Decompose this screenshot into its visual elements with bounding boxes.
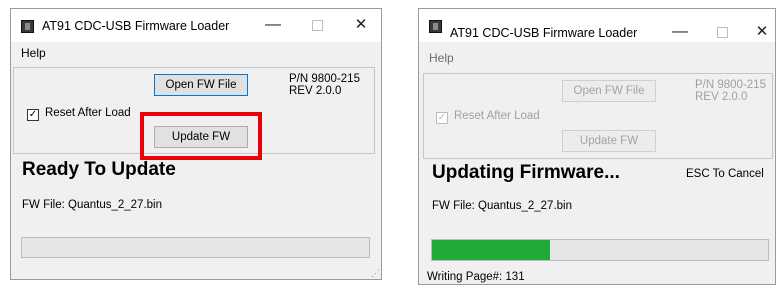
loader-window-ready: AT91 CDC-USB Firmware Loader — ✕ Help Op… — [10, 8, 382, 280]
open-fw-file-button[interactable]: Open FW File — [154, 74, 248, 96]
title-bar[interactable]: AT91 CDC-USB Firmware Loader — ✕ — [11, 9, 381, 42]
menu-bar: Help — [419, 45, 775, 67]
progress-bar — [431, 239, 769, 261]
resize-grip[interactable]: ⋰ — [371, 269, 380, 278]
window-title: AT91 CDC-USB Firmware Loader — [450, 26, 638, 40]
maximize-icon — [311, 19, 323, 31]
app-icon — [429, 20, 442, 33]
close-icon: ✕ — [755, 23, 769, 40]
progress-bar — [21, 237, 370, 258]
menu-bar: Help — [11, 42, 381, 64]
title-bar[interactable]: AT91 CDC-USB Firmware Loader — ✕ — [419, 9, 775, 42]
update-fw-highlight-box — [140, 112, 262, 160]
close-button[interactable]: ✕ — [746, 21, 775, 43]
esc-to-cancel-hint: ESC To Cancel — [686, 168, 764, 180]
minimize-icon: — — [265, 16, 281, 33]
revision-text: REV 2.0.0 — [695, 91, 748, 103]
part-number: P/N 9800-215 REV 2.0.0 — [695, 79, 766, 103]
close-icon: ✕ — [354, 16, 368, 33]
fw-file-label: FW File: Quantus_2_27.bin — [22, 199, 162, 211]
part-number-text: P/N 9800-215 — [695, 79, 766, 91]
window-title: AT91 CDC-USB Firmware Loader — [42, 19, 230, 33]
open-fw-file-button[interactable]: Open FW File — [562, 80, 656, 102]
fw-file-label: FW File: Quantus_2_27.bin — [432, 200, 572, 212]
menu-help[interactable]: Help — [18, 46, 49, 60]
part-number: P/N 9800-215 REV 2.0.0 — [289, 73, 360, 97]
revision-text: REV 2.0.0 — [289, 85, 342, 97]
progress-fill — [432, 240, 550, 260]
check-icon: ✓ — [437, 112, 447, 123]
status-heading: Updating Firmware... — [432, 162, 620, 183]
part-number-text: P/N 9800-215 — [289, 73, 360, 85]
status-bar-text: Writing Page#: 131 — [427, 271, 525, 283]
maximize-button[interactable] — [706, 21, 738, 43]
status-heading: Ready To Update — [22, 159, 176, 180]
menu-help[interactable]: Help — [426, 51, 457, 65]
minimize-icon: — — [672, 23, 688, 40]
maximize-icon — [716, 26, 728, 38]
app-icon — [21, 20, 34, 33]
update-fw-button[interactable]: Update FW — [562, 130, 656, 152]
minimize-button[interactable]: — — [257, 14, 289, 36]
reset-after-load-checkbox[interactable]: ✓ — [27, 109, 39, 121]
loader-window-updating: AT91 CDC-USB Firmware Loader — ✕ Help Op… — [418, 8, 776, 285]
minimize-button[interactable]: — — [664, 21, 696, 43]
reset-after-load-label[interactable]: Reset After Load — [454, 110, 540, 122]
check-icon: ✓ — [28, 109, 38, 120]
reset-after-load-checkbox[interactable]: ✓ — [436, 112, 448, 124]
maximize-button[interactable] — [301, 14, 333, 36]
reset-after-load-label[interactable]: Reset After Load — [45, 107, 131, 119]
close-button[interactable]: ✕ — [345, 14, 377, 36]
